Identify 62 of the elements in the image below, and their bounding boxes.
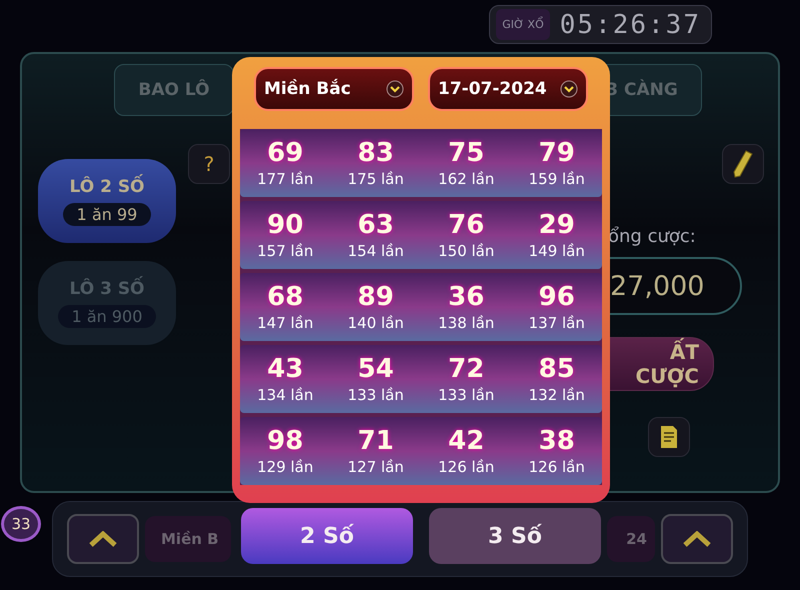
lottery-number: 85 (538, 354, 575, 384)
scroll-up-button[interactable] (67, 514, 139, 564)
lottery-number: 71 (358, 426, 394, 456)
lottery-number: 36 (448, 282, 484, 312)
countdown-time: 05:26:37 (560, 10, 701, 40)
region-dropdown[interactable]: Miền Bắc (254, 67, 414, 111)
frequency-count: 134 lần (257, 386, 314, 404)
frequency-count: 154 lần (348, 242, 404, 260)
lottery-number: 79 (538, 138, 575, 168)
chevron-down-icon (386, 80, 404, 98)
lottery-number: 68 (267, 282, 304, 312)
region-value: Miền Bắc (264, 79, 351, 99)
chevron-down-icon (560, 80, 578, 98)
bet-type-option[interactable]: LÔ 2 SỐ 1 ăn 99 (38, 159, 176, 243)
frequency-count: 126 lần (438, 458, 494, 476)
date-dropdown[interactable]: 17-07-2024 (428, 67, 588, 111)
frequency-count: 162 lần (438, 170, 494, 188)
total-bet-label: ổng cược: (608, 226, 696, 247)
frequency-count: 149 lần (528, 242, 585, 260)
frequency-count: 133 lần (348, 386, 404, 404)
date-value: 17-07-2024 (438, 79, 547, 99)
lottery-number: 96 (538, 282, 575, 312)
edit-button[interactable] (722, 144, 764, 184)
pencil-icon (732, 149, 754, 179)
player-badge: 33 (1, 506, 41, 542)
digit-tab[interactable]: 3 Số (429, 508, 601, 564)
lottery-number: 54 (358, 354, 394, 384)
chevron-up-icon (682, 531, 712, 547)
lottery-number: 90 (267, 210, 304, 240)
frequency-count: 175 lần (348, 170, 404, 188)
timer-label: GIỜ XỔ (496, 9, 550, 40)
document-icon (659, 425, 679, 449)
lottery-number: 75 (448, 138, 484, 168)
lottery-number: 38 (538, 426, 575, 456)
frequency-count: 129 lần (257, 458, 314, 476)
chevron-up-icon (88, 531, 118, 547)
frequency-count: 159 lần (528, 170, 585, 188)
lottery-number: 43 (267, 354, 304, 384)
frequency-count: 132 lần (528, 386, 585, 404)
frequency-count: 147 lần (257, 314, 314, 332)
frequency-count: 137 lần (528, 314, 585, 332)
frequency-count: 133 lần (438, 386, 494, 404)
frequency-count: 177 lần (257, 170, 314, 188)
digit-tab[interactable]: 2 Số (241, 508, 413, 564)
help-button[interactable]: ? (188, 144, 230, 184)
lottery-number: 83 (358, 138, 394, 168)
lottery-number: 29 (538, 210, 575, 240)
history-button[interactable] (648, 417, 690, 457)
frequency-count: 157 lần (257, 242, 314, 260)
frequency-count: 126 lần (528, 458, 585, 476)
frequency-count: 150 lần (438, 242, 494, 260)
frequency-count: 127 lần (348, 458, 404, 476)
frequency-count: 138 lần (438, 314, 494, 332)
lottery-number: 89 (358, 282, 394, 312)
scroll-up-button[interactable] (661, 514, 733, 564)
lottery-number: 63 (358, 210, 394, 240)
lottery-number: 42 (448, 426, 484, 456)
lottery-number: 72 (448, 354, 484, 384)
lottery-number: 76 (448, 210, 484, 240)
lottery-number: 69 (267, 138, 304, 168)
frequency-count: 140 lần (348, 314, 404, 332)
lottery-number: 98 (267, 426, 304, 456)
